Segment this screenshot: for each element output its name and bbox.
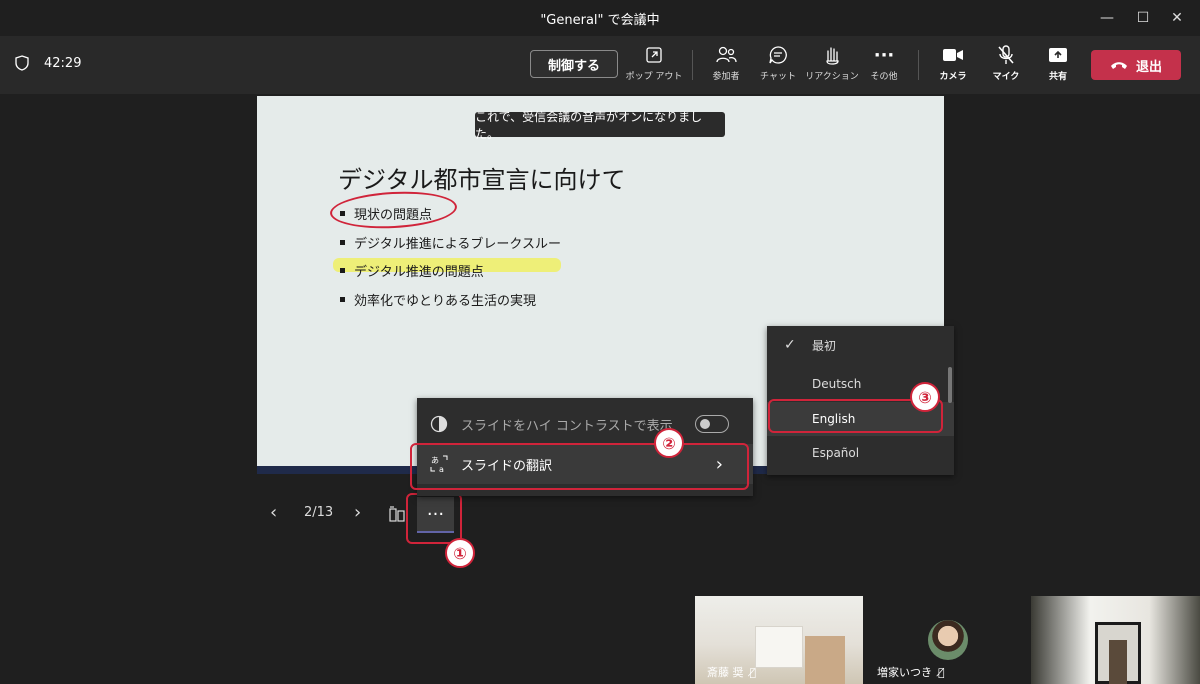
slide-bullet: デジタル推進の問題点	[340, 261, 484, 280]
high-contrast-item[interactable]: スライドをハイ コントラストで表示	[417, 404, 753, 444]
participant-tile[interactable]: 斎藤 奨 🎙̸	[695, 596, 863, 684]
submenu-scrollbar[interactable]	[948, 367, 952, 403]
prev-slide-button[interactable]: ‹	[270, 502, 277, 523]
reactions-button[interactable]: リアクション	[804, 44, 860, 88]
language-option[interactable]: Español	[767, 436, 954, 470]
step-badge-3: ③	[910, 382, 940, 412]
take-control-button[interactable]: 制御する	[530, 50, 618, 78]
popout-button[interactable]: ポップ アウト	[626, 44, 682, 88]
share-label: 共有	[1048, 72, 1067, 82]
camera-button[interactable]: カメラ	[925, 44, 981, 88]
chat-label: チャット	[760, 72, 796, 82]
maximize-button[interactable]: ☐	[1126, 6, 1160, 30]
audio-toast: これで、受信会議の音声がオンになりました。	[475, 110, 725, 141]
mic-label: マイク	[992, 72, 1020, 82]
hand-icon	[826, 47, 839, 65]
shield-icon	[15, 55, 29, 71]
title-bar: "General" で会議中 — ☐ ✕	[0, 0, 1200, 36]
chat-button[interactable]: チャット	[750, 44, 806, 88]
meeting-timer: 42:29	[44, 56, 82, 71]
high-contrast-toggle[interactable]	[695, 415, 729, 433]
participant-name: 斎藤 奨 🎙̸	[707, 665, 757, 680]
reactions-label: リアクション	[805, 72, 859, 82]
popout-label: ポップ アウト	[625, 72, 683, 82]
minimize-button[interactable]: —	[1090, 6, 1124, 30]
avatar	[928, 620, 968, 660]
language-option[interactable]: ✓ 最初	[767, 328, 954, 362]
more-options-button[interactable]: ··· その他	[856, 44, 912, 88]
participants-label: 参加者	[712, 72, 740, 82]
annotation-box-2	[410, 443, 749, 490]
camera-label: カメラ	[939, 72, 967, 82]
mic-muted-icon	[998, 45, 1014, 64]
slide-grid-icon[interactable]	[388, 505, 406, 523]
participant-name: 増家いつき 🎙̸	[877, 665, 945, 680]
next-slide-button[interactable]: ›	[354, 502, 361, 523]
leave-button[interactable]: 退出	[1091, 50, 1181, 80]
phone-hangup-icon	[1110, 62, 1127, 69]
high-contrast-label: スライドをハイ コントラストで表示	[461, 418, 673, 434]
more-icon: ···	[873, 44, 895, 66]
popout-icon	[646, 47, 662, 63]
mic-muted-icon: 🎙̸	[938, 665, 945, 679]
slide-title: デジタル都市宣言に向けて	[338, 166, 626, 194]
leave-label: 退出	[1135, 59, 1162, 75]
share-icon	[1049, 48, 1067, 62]
people-icon	[716, 46, 737, 63]
contrast-icon	[430, 415, 448, 433]
mic-button[interactable]: マイク	[978, 44, 1034, 88]
step-badge-1: ①	[445, 538, 475, 568]
divider	[918, 50, 919, 80]
checkmark-icon: ✓	[784, 337, 796, 353]
slide-bullet: デジタル推進によるブレークスルー	[340, 233, 561, 252]
participants-button[interactable]: 参加者	[698, 44, 754, 88]
more-label: その他	[870, 72, 898, 82]
camera-icon	[943, 49, 963, 61]
share-button[interactable]: 共有	[1030, 44, 1086, 88]
divider	[692, 50, 693, 80]
step-badge-2: ②	[654, 428, 684, 458]
mic-muted-icon: 🎙̸	[749, 665, 757, 679]
meeting-toolbar: 42:29 制御する ポップ アウト 参加者 チャット リアクション ··· そ…	[0, 36, 1200, 94]
chat-icon	[769, 46, 787, 64]
annotation-box-1	[406, 493, 462, 544]
window-title: "General" で会議中	[540, 13, 660, 28]
close-button[interactable]: ✕	[1160, 6, 1194, 30]
slide-bullet: 効率化でゆとりある生活の実現	[340, 290, 536, 309]
slide-counter: 2/13	[304, 505, 334, 520]
participant-tile[interactable]	[1031, 596, 1200, 684]
slide-bullet: 現状の問題点	[340, 204, 432, 223]
